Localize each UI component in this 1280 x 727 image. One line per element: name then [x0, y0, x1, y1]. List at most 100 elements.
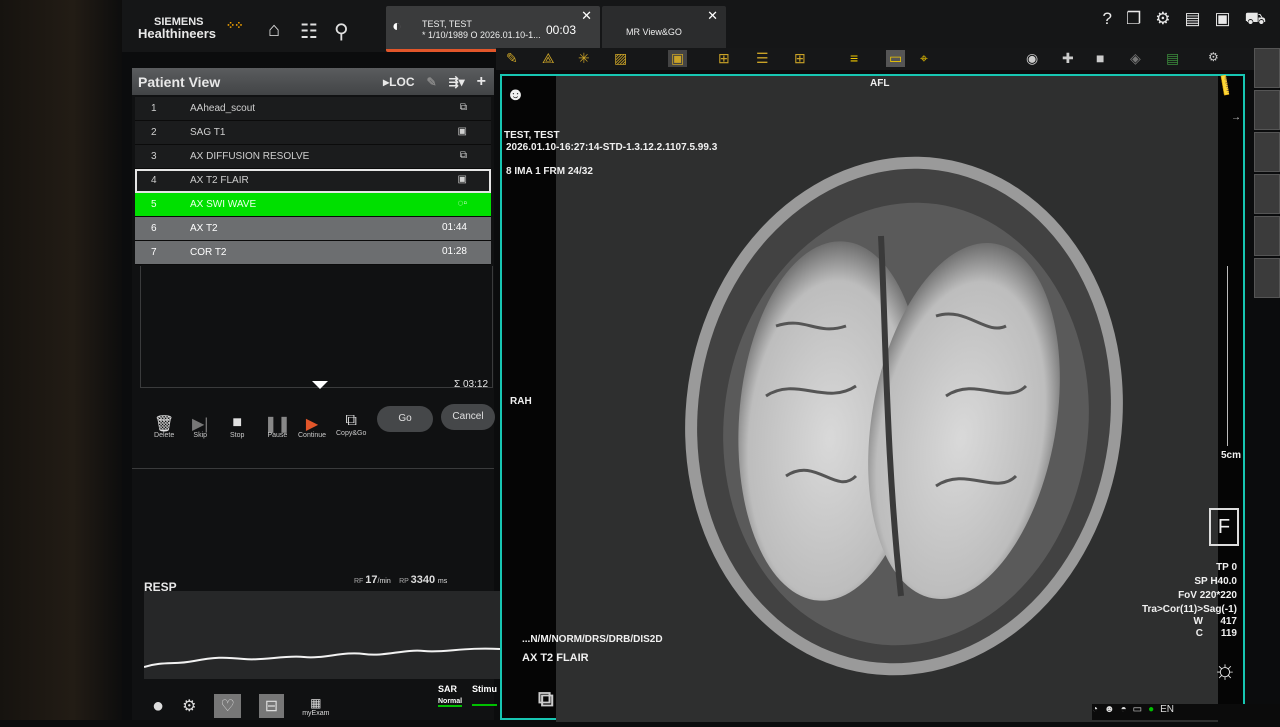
- tray-icon[interactable]: ☻: [1104, 704, 1115, 720]
- stack-pages-icon[interactable]: ⧉: [538, 686, 554, 712]
- center-label: C: [1195, 628, 1203, 639]
- gear-icon[interactable]: ⚙: [1208, 50, 1219, 64]
- thumbnail[interactable]: [1254, 132, 1280, 172]
- waveform-trace: [143, 647, 501, 668]
- tray-icon[interactable]: ◔: [1092, 704, 1098, 720]
- table-position-icon[interactable]: ⊟: [258, 694, 285, 718]
- target-icon[interactable]: ⌖: [920, 50, 928, 67]
- brand-line2: Healthineers: [138, 26, 217, 41]
- stop-button[interactable]: ■ Stop: [230, 414, 244, 439]
- camera-icon[interactable]: ▣: [1215, 9, 1231, 31]
- list-item[interactable]: 4 AX T2 FLAIR ▣: [135, 169, 491, 193]
- square-icon[interactable]: ■: [1096, 50, 1104, 66]
- tab-patient-details: * 1/10/1989 O 2026.01.10-1...: [422, 30, 541, 40]
- language-indicator[interactable]: EN: [1160, 704, 1174, 720]
- logo-dots-icon: ⁘⁘: [226, 20, 243, 32]
- list-item[interactable]: 5 AX SWI WAVE ◌▫: [135, 193, 491, 217]
- layers-icon[interactable]: ◈: [1130, 50, 1141, 67]
- tab-patient-name: TEST, TEST: [422, 19, 472, 29]
- record-icon[interactable]: ●: [152, 695, 164, 718]
- go-button[interactable]: Go: [377, 406, 433, 432]
- search-patient-icon[interactable]: ⚲: [334, 19, 349, 44]
- film-marker-icon: F: [1209, 508, 1239, 546]
- delete-label: Delete: [154, 432, 175, 439]
- exam-head-icon: ◐: [392, 18, 402, 35]
- row-name: AX DIFFUSION RESOLVE: [190, 151, 310, 162]
- list-item[interactable]: 7 COR T2 01:28: [135, 241, 491, 265]
- divider: [132, 468, 494, 469]
- grid-tool-icon[interactable]: ▨: [614, 50, 627, 67]
- row-number: 4: [151, 175, 157, 186]
- row-name: AX T2: [190, 223, 218, 234]
- resp-values: RF 17/min RP 3340 ms: [354, 574, 447, 586]
- cart-icon[interactable]: ⛟: [1245, 9, 1266, 31]
- copy-icon: ⧉: [459, 102, 467, 113]
- close-icon[interactable]: ✕: [707, 8, 718, 24]
- pause-button[interactable]: ❚❚ Pause: [264, 414, 291, 439]
- overlay-orientation-chain: Tra>Cor(11)>Sag(-1): [1141, 604, 1237, 615]
- stack-icon[interactable]: ▤: [1166, 50, 1179, 67]
- mri-image[interactable]: [556, 76, 1218, 722]
- list-item[interactable]: 1 AAhead_scout ⧉: [135, 97, 491, 121]
- thumbnail[interactable]: [1254, 216, 1280, 256]
- tray-icon[interactable]: ▭: [1133, 704, 1142, 720]
- row-number: 3: [151, 151, 157, 162]
- continue-button[interactable]: ▶ Continue: [298, 414, 326, 439]
- overlay-patient: TEST, TEST: [504, 130, 560, 141]
- thumbnail[interactable]: [1254, 174, 1280, 214]
- myexam-icon[interactable]: ▦ myExam: [302, 696, 329, 717]
- loc-button[interactable]: ▸LOC: [383, 75, 414, 89]
- close-icon[interactable]: ✕: [581, 8, 592, 24]
- panel-title: Patient View: [138, 74, 221, 90]
- add-icon[interactable]: +: [477, 73, 486, 91]
- delete-button[interactable]: 🗑 Delete: [154, 414, 174, 439]
- help-icon[interactable]: ?: [1103, 9, 1112, 31]
- add-plane-icon[interactable]: ⊞: [718, 50, 730, 67]
- tray-icon[interactable]: ◓: [1121, 704, 1127, 720]
- pin-icon[interactable]: ✚: [1062, 50, 1074, 67]
- thumbnail[interactable]: [1254, 90, 1280, 130]
- list-item[interactable]: 3 AX DIFFUSION RESOLVE ⧉: [135, 145, 491, 169]
- trash-icon: 🗑: [154, 416, 175, 433]
- angle-tool-icon[interactable]: ⟁: [542, 50, 555, 67]
- cancel-button[interactable]: Cancel: [441, 404, 495, 430]
- list-item[interactable]: 2 SAG T1 ▣: [135, 121, 491, 145]
- list-empty-area: [140, 266, 493, 388]
- gear-icon[interactable]: ⚙: [1155, 9, 1170, 31]
- tab-patient-exam[interactable]: ◐ TEST, TEST * 1/10/1989 O 2026.01.10-1.…: [386, 6, 600, 52]
- tab-mr-viewgo[interactable]: MR View&GO ✕: [602, 6, 726, 52]
- tray-icon[interactable]: ●: [1148, 704, 1154, 720]
- brightness-icon[interactable]: ☼: [1213, 654, 1237, 685]
- image-viewer[interactable]: AFL RAH ☻ TEST, TEST 2026.01.10-16:27:14…: [500, 74, 1245, 722]
- list-item[interactable]: 6 AX T2 01:44: [135, 217, 491, 241]
- thumbnail[interactable]: [1254, 258, 1280, 298]
- copy-go-button[interactable]: ⧉ Copy&Go: [336, 412, 366, 437]
- settings-icon[interactable]: ⚙: [182, 696, 196, 716]
- sphere-icon[interactable]: ◉: [1026, 50, 1038, 67]
- box-icon[interactable]: ▭: [886, 50, 906, 67]
- menu-icon[interactable]: ⇶▾: [449, 75, 465, 89]
- row-name: AX SWI WAVE: [190, 199, 257, 210]
- overlay-sequence-name: AX T2 FLAIR: [522, 652, 589, 664]
- resp-period-unit: ms: [437, 578, 448, 585]
- sar-state: Normal: [438, 698, 463, 707]
- slices-icon[interactable]: ☰: [756, 50, 769, 67]
- star-tool-icon[interactable]: ✳: [578, 50, 590, 67]
- edit-icon[interactable]: ✎: [427, 75, 437, 89]
- add-slice-icon[interactable]: ⊞: [794, 50, 806, 67]
- thumbnail[interactable]: [1254, 48, 1280, 88]
- home-icon[interactable]: ⌂: [268, 19, 280, 42]
- patient-browser-icon[interactable]: ☷: [300, 19, 318, 44]
- roi-tool-icon[interactable]: ▣: [668, 50, 688, 67]
- bottom-toolbar: ● ⚙ ♡ ⊟ ▦ myExam: [152, 694, 329, 718]
- stimu-bar: [472, 704, 498, 706]
- sar-indicator: SAR Normal: [438, 684, 463, 707]
- windows-icon[interactable]: ❐: [1126, 9, 1141, 31]
- ruler-tool-icon[interactable]: ✎: [506, 50, 518, 67]
- system-tray: ◔ ☻ ◓ ▭ ● EN: [1092, 704, 1280, 720]
- skip-button[interactable]: ▶| Skip: [192, 414, 208, 439]
- briefcase-icon[interactable]: ▤: [1184, 9, 1200, 31]
- heart-monitor-icon[interactable]: ♡: [214, 694, 241, 718]
- lines-icon[interactable]: ≡: [850, 50, 858, 66]
- overlay-frame: 8 IMA 1 FRM 24/32: [506, 166, 593, 177]
